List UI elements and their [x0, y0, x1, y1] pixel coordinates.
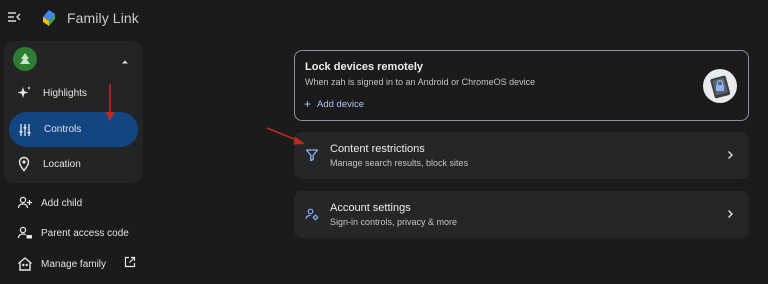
chevron-right-icon [728, 210, 733, 218]
tune-icon [16, 121, 34, 139]
account-settings-card[interactable]: Account settings Sign-in controls, priva… [294, 191, 749, 238]
content-restrictions-card[interactable]: Content restrictions Manage search resul… [294, 132, 749, 179]
nav-label: Location [43, 158, 81, 170]
card-title: Account settings [330, 202, 411, 214]
home-people-icon [17, 256, 33, 272]
nav-highlights[interactable]: Highlights [15, 76, 135, 110]
family-link-logo [40, 8, 58, 28]
add-child-link[interactable]: Add child [17, 193, 82, 213]
tree-avatar-icon [20, 53, 30, 64]
card-title: Content restrictions [330, 143, 425, 155]
menu-collapse-icon [8, 12, 21, 22]
side-link-label: Add child [41, 197, 83, 209]
filter-icon [305, 149, 319, 162]
sparkle-icon [15, 84, 33, 102]
person-key-icon [17, 225, 33, 241]
person-add-icon [17, 195, 33, 211]
chevron-up-icon [122, 60, 128, 64]
chevron-up-button[interactable] [118, 54, 132, 64]
nav-label: Highlights [43, 87, 87, 99]
add-device-button[interactable]: + Add device [304, 97, 364, 111]
card-subtitle: Sign-in controls, privacy & more [330, 217, 458, 227]
account-settings-icon [305, 208, 319, 221]
plus-icon: + [304, 97, 312, 111]
parent-access-code-link[interactable]: Parent access code [17, 223, 129, 243]
nav-controls[interactable]: Controls [9, 112, 138, 147]
location-pin-icon [15, 155, 33, 173]
chevron-right-icon [728, 151, 733, 159]
open-in-new-icon [124, 255, 136, 273]
collapse-menu-button[interactable] [6, 9, 22, 25]
app-title: Family Link [67, 10, 139, 26]
side-link-label: Parent access code [41, 227, 129, 239]
side-link-label: Manage family [41, 258, 107, 270]
add-device-label: Add device [317, 98, 365, 110]
lock-card-subtitle: When zah is signed in to an Android or C… [305, 77, 536, 87]
locked-device-illustration [702, 68, 738, 104]
card-subtitle: Manage search results, block sites [330, 158, 469, 168]
child-avatar[interactable] [13, 47, 37, 71]
nav-label: Controls [44, 124, 82, 135]
nav-location[interactable]: Location [15, 147, 135, 181]
manage-family-link[interactable]: Manage family [17, 254, 137, 274]
lock-card-title: Lock devices remotely [305, 61, 424, 73]
